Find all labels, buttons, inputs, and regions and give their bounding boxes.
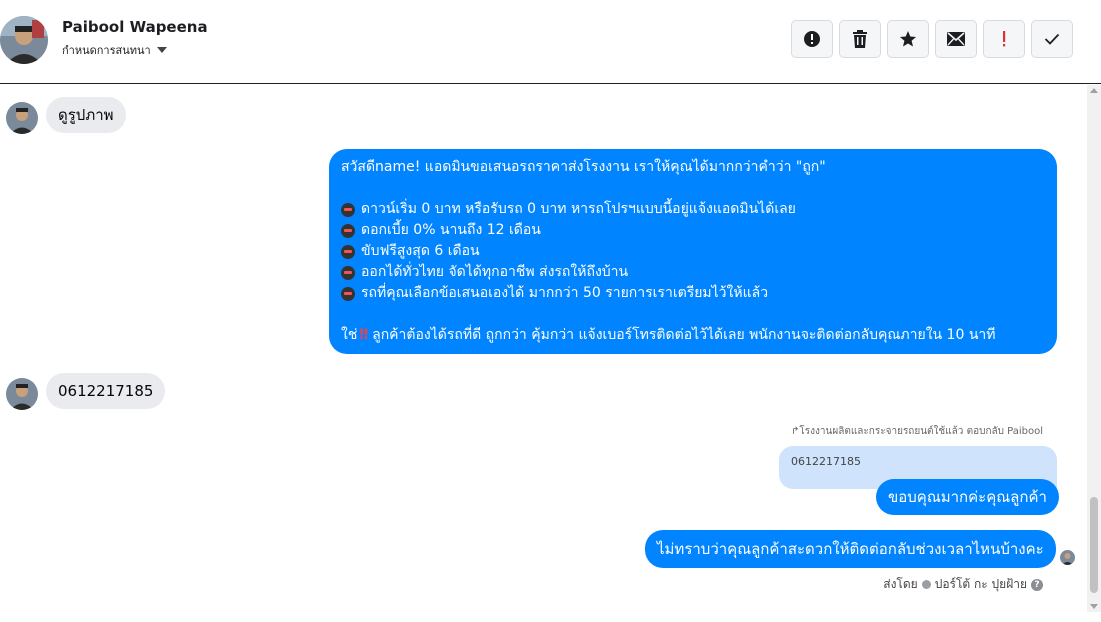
follow-up-button[interactable] [983,20,1025,58]
conversation-header: Paibool Wapeena กำหนดการสนทนา [0,0,1101,84]
bullet-text: ดอกเบี้ย 0% นานถึง 12 เดือน [361,222,541,238]
star-button[interactable] [887,20,929,58]
message-line: ใช่ ‼ ลูกค้าต้องได้รถที่ดี ถูกกว่า คุ้มกว่… [341,325,1045,346]
reply-context-note: ↱โรงงานผลิตและกระจายรถยนต์ใช้แล้ว ตอบกลั… [791,424,1043,439]
help-icon[interactable]: ? [1031,578,1043,591]
alert-circle-icon [804,31,820,47]
bullet-text: ดาวน์เริ่ม 0 บาท หรือรับรถ 0 บาท หารถโปร… [361,201,796,217]
contact-name[interactable]: Paibool Wapeena [62,18,208,36]
double-exclamation-icon: ‼ [359,327,369,343]
caret-down-icon [156,47,167,53]
message-line: สวัสดีname! แอดมินขอเสนอรถราคาส่งโรงงาน … [341,159,826,175]
star-icon [900,31,916,47]
page-icon [921,580,931,589]
envelope-icon [947,32,965,46]
incoming-message[interactable]: 0612217185 [46,373,166,409]
checkmark-icon [1044,33,1060,45]
car-emoji-icon [341,265,355,280]
message-line: ออกได้ทั่วไทย จัดได้ทุกอาชีพ ส่งรถให้ถึง… [341,262,1045,283]
mark-spam-button[interactable] [791,20,833,58]
outgoing-message[interactable]: ไม่ทราบว่าคุณลูกค้าสะดวกให้ติดต่อกลับช่ว… [645,530,1056,568]
manage-conversation-dropdown[interactable]: กำหนดการสนทนา [62,41,167,59]
mark-unread-button[interactable] [935,20,977,58]
contact-avatar[interactable] [0,16,48,64]
exclamation-icon [1003,31,1006,47]
manage-conversation-label: กำหนดการสนทนา [62,44,151,57]
car-emoji-icon [341,202,355,217]
closing-prefix: ใช่ [341,327,358,343]
bullet-text: ขับฟรีสูงสุด 6 เดือน [361,243,480,259]
incoming-message[interactable]: ดูรูปภาพ [46,97,126,133]
action-toolbar [791,20,1073,58]
message-line: ดอกเบี้ย 0% นานถึง 12 เดือน [341,220,1045,241]
trash-icon [853,30,867,48]
outgoing-message[interactable]: สวัสดีname! แอดมินขอเสนอรถราคาส่งโรงงาน … [329,149,1057,354]
car-emoji-icon [341,244,355,259]
reply-note-text: โรงงานผลิตและกระจายรถยนต์ใช้แล้ว ตอบกลับ… [799,426,1043,437]
message-thread: ดูรูปภาพ สวัสดีname! แอดมินขอเสนอรถราคาส… [0,85,1087,622]
delete-button[interactable] [839,20,881,58]
bullet-text: ออกได้ทั่วไทย จัดได้ทุกอาชีพ ส่งรถให้ถึง… [361,264,629,280]
scrollbar-thumb[interactable] [1090,497,1098,593]
scroll-up-arrow-icon[interactable] [1090,88,1098,93]
sent-by-name[interactable]: ปอร์โต้ กะ ปุยฝ้าย [935,575,1027,594]
message-line: ขับฟรีสูงสุด 6 เดือน [341,241,1045,262]
scrollbar[interactable] [1087,85,1101,612]
mark-done-button[interactable] [1031,20,1073,58]
message-line: ดาวน์เริ่ม 0 บาท หรือรับรถ 0 บาท หารถโปร… [341,199,1045,220]
car-emoji-icon [341,286,355,301]
sent-by-info: ส่งโดย ปอร์โต้ กะ ปุยฝ้าย ? [883,575,1043,594]
scroll-down-arrow-icon[interactable] [1090,604,1098,609]
sender-avatar[interactable] [6,102,38,134]
car-emoji-icon [341,223,355,238]
read-receipt-avatar [1060,550,1075,565]
sender-avatar[interactable] [6,378,38,410]
message-line: รถที่คุณเลือกข้อเสนอเองได้ มากกว่า 50 รา… [341,283,1045,304]
bullet-text: รถที่คุณเลือกข้อเสนอเองได้ มากกว่า 50 รา… [361,285,769,301]
sent-by-label: ส่งโดย [883,577,918,591]
closing-text: ลูกค้าต้องได้รถที่ดี ถูกกว่า คุ้มกว่า แจ… [372,327,996,343]
outgoing-message[interactable]: ขอบคุณมากค่ะคุณลูกค้า [876,479,1059,515]
